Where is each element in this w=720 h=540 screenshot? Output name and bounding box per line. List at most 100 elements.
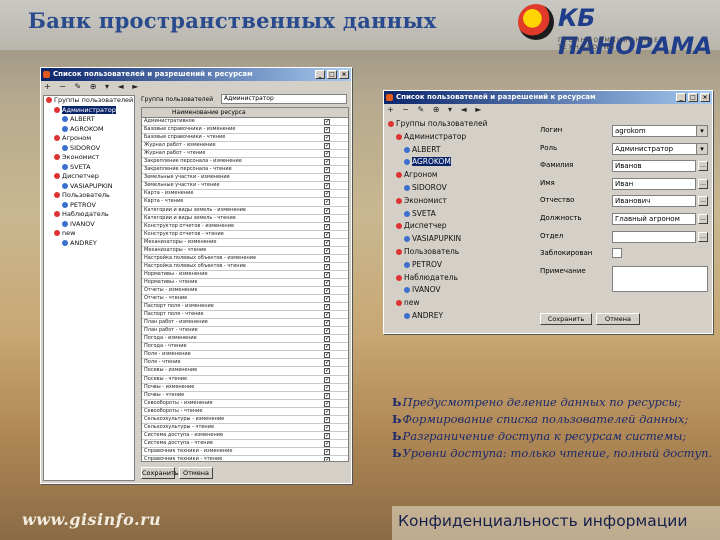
tree-node[interactable]: Группы пользователей [386,118,532,131]
field-input[interactable]: Администратор [612,142,708,155]
grid-row[interactable]: План работ - изменение [142,319,348,328]
tree-node[interactable]: Диспетчер [44,172,134,182]
access-checkbox[interactable] [324,359,330,367]
tree-node[interactable]: new [386,297,532,310]
grid-row[interactable]: Конструктор отчетов - чтение [142,231,348,239]
tree-node[interactable]: Администратор [386,131,532,144]
maximize-icon[interactable]: □ [688,93,698,102]
resource-grid[interactable]: Наименование ресурса Административное Баз… [141,107,349,462]
tree-node[interactable]: Экономист [386,195,532,208]
left-save-button[interactable]: Сохранить [141,467,179,479]
grid-row[interactable]: Справочник техники - чтение [142,456,348,461]
edit-icon[interactable]: … [698,178,708,189]
access-checkbox[interactable] [324,231,330,238]
field-input[interactable] [612,230,696,243]
access-checkbox[interactable] [324,367,330,375]
field-input[interactable]: Иванов [612,160,696,173]
left-cancel-button[interactable]: Отмена [179,467,213,479]
field-input[interactable]: Главный агроном [612,213,696,225]
minimize-icon[interactable]: _ [676,93,686,102]
tree-node[interactable]: Наблюдатель [386,272,532,285]
access-checkbox[interactable] [324,126,330,134]
access-checkbox[interactable] [324,327,330,335]
access-checkbox[interactable] [324,215,330,222]
access-checkbox[interactable] [324,239,330,246]
tree-node[interactable]: ALBERT [44,115,134,125]
right-user-tree[interactable]: Группы пользователей Администратор ALBERT A… [386,118,532,330]
grid-row[interactable]: Карта - изменение [142,190,348,199]
grid-row[interactable]: Почвы - чтение [142,392,348,400]
grid-row[interactable]: Справочник техники - изменение [142,448,348,456]
access-checkbox[interactable] [324,303,330,311]
tree-node[interactable]: ANDREY [44,239,134,249]
tree-node[interactable]: Пользователь [386,246,532,259]
grid-row[interactable]: Система доступа - изменение [142,432,348,440]
tree-node[interactable]: AGROKOM [44,125,134,135]
close-icon[interactable]: × [700,93,710,102]
right-toolbar[interactable]: + − ✎ ⊕ ▾ ◄ ► [384,104,712,116]
access-checkbox[interactable] [324,440,330,447]
minimize-icon[interactable]: _ [315,70,325,79]
tree-node[interactable]: new [44,229,134,239]
access-checkbox[interactable] [324,408,330,415]
grid-row[interactable]: Сельхозкультуры - чтение [142,424,348,432]
access-checkbox[interactable] [324,351,330,359]
grid-row[interactable]: Сельхозкультуры - изменение [142,416,348,424]
grid-row[interactable]: Настройка полевых объектов - изменение [142,255,348,263]
tree-node[interactable]: Экономист [44,153,134,163]
tree-node[interactable]: Пользователь [44,191,134,201]
tree-node[interactable]: SIDOROV [44,144,134,154]
grid-row[interactable]: Карта - чтение [142,198,348,207]
access-checkbox[interactable] [324,142,330,150]
grid-row[interactable]: План работ - чтение [142,327,348,336]
grid-row[interactable]: Категории и виды земель - чтение [142,215,348,223]
left-window-titlebar[interactable]: Список пользователей и разрешений к ресу… [41,68,351,81]
access-checkbox[interactable] [324,400,330,407]
tree-node[interactable]: AGROKOM [386,156,532,169]
field-input[interactable]: agrokom [612,125,708,137]
grid-row[interactable]: Система доступа - чтение [142,440,348,448]
access-checkbox[interactable] [324,311,330,319]
tree-node[interactable]: VASIAPUPKIN [44,182,134,192]
access-checkbox[interactable] [324,166,330,174]
access-checkbox[interactable] [324,287,330,294]
tree-node[interactable]: IVANOV [44,220,134,230]
access-checkbox[interactable] [324,384,330,391]
access-checkbox[interactable] [324,255,330,262]
access-checkbox[interactable] [324,424,330,431]
field-input[interactable] [612,265,708,292]
left-toolbar[interactable]: + − ✎ ⊕ ▾ ◄ ► [41,81,351,93]
grid-row[interactable]: Базовые справочники - изменение [142,126,348,135]
edit-icon[interactable]: … [698,161,708,172]
access-checkbox[interactable] [324,134,330,142]
grid-row[interactable]: Закрепление персонала - изменение [142,158,348,167]
grid-row[interactable]: Поля - чтение [142,359,348,368]
grid-row[interactable]: Почвы - изменение [142,384,348,392]
grid-row[interactable]: Нормативы - чтение [142,279,348,287]
tree-node[interactable]: SVETA [44,163,134,173]
tree-node[interactable]: Диспетчер [386,220,532,233]
grid-row[interactable]: Закрепление персонала - чтение [142,166,348,175]
access-checkbox[interactable] [324,392,330,399]
grid-row[interactable]: Административное [142,118,348,127]
right-cancel-button[interactable]: Отмена [596,313,640,325]
tree-node[interactable]: IVANOV [386,284,532,297]
grid-row[interactable]: Земельные участки - изменение [142,174,348,183]
grid-row[interactable]: Земельные участки - чтение [142,182,348,191]
access-checkbox[interactable] [324,207,330,214]
grid-row[interactable]: Базовые справочники - чтение [142,134,348,143]
tree-node[interactable]: Администратор [44,105,134,116]
grid-row[interactable]: Отчеты - чтение [142,295,348,304]
grid-row[interactable]: Погода - чтение [142,343,348,352]
access-checkbox[interactable] [324,182,330,190]
grid-row[interactable]: Паспорт поля - изменение [142,303,348,312]
tree-node[interactable]: Агроном [386,169,532,182]
grid-row[interactable]: Отчеты - изменение [142,287,348,296]
grid-row[interactable]: Журнал работ - чтение [142,150,348,159]
grid-row[interactable]: Поля - изменение [142,351,348,360]
grid-row[interactable]: Журнал работ - изменение [142,142,348,151]
grid-row[interactable]: Настройка полевых объектов - чтение [142,263,348,271]
edit-icon[interactable]: … [698,231,708,242]
access-checkbox[interactable] [324,263,330,270]
grid-row[interactable]: Посевы - чтение [142,376,348,384]
